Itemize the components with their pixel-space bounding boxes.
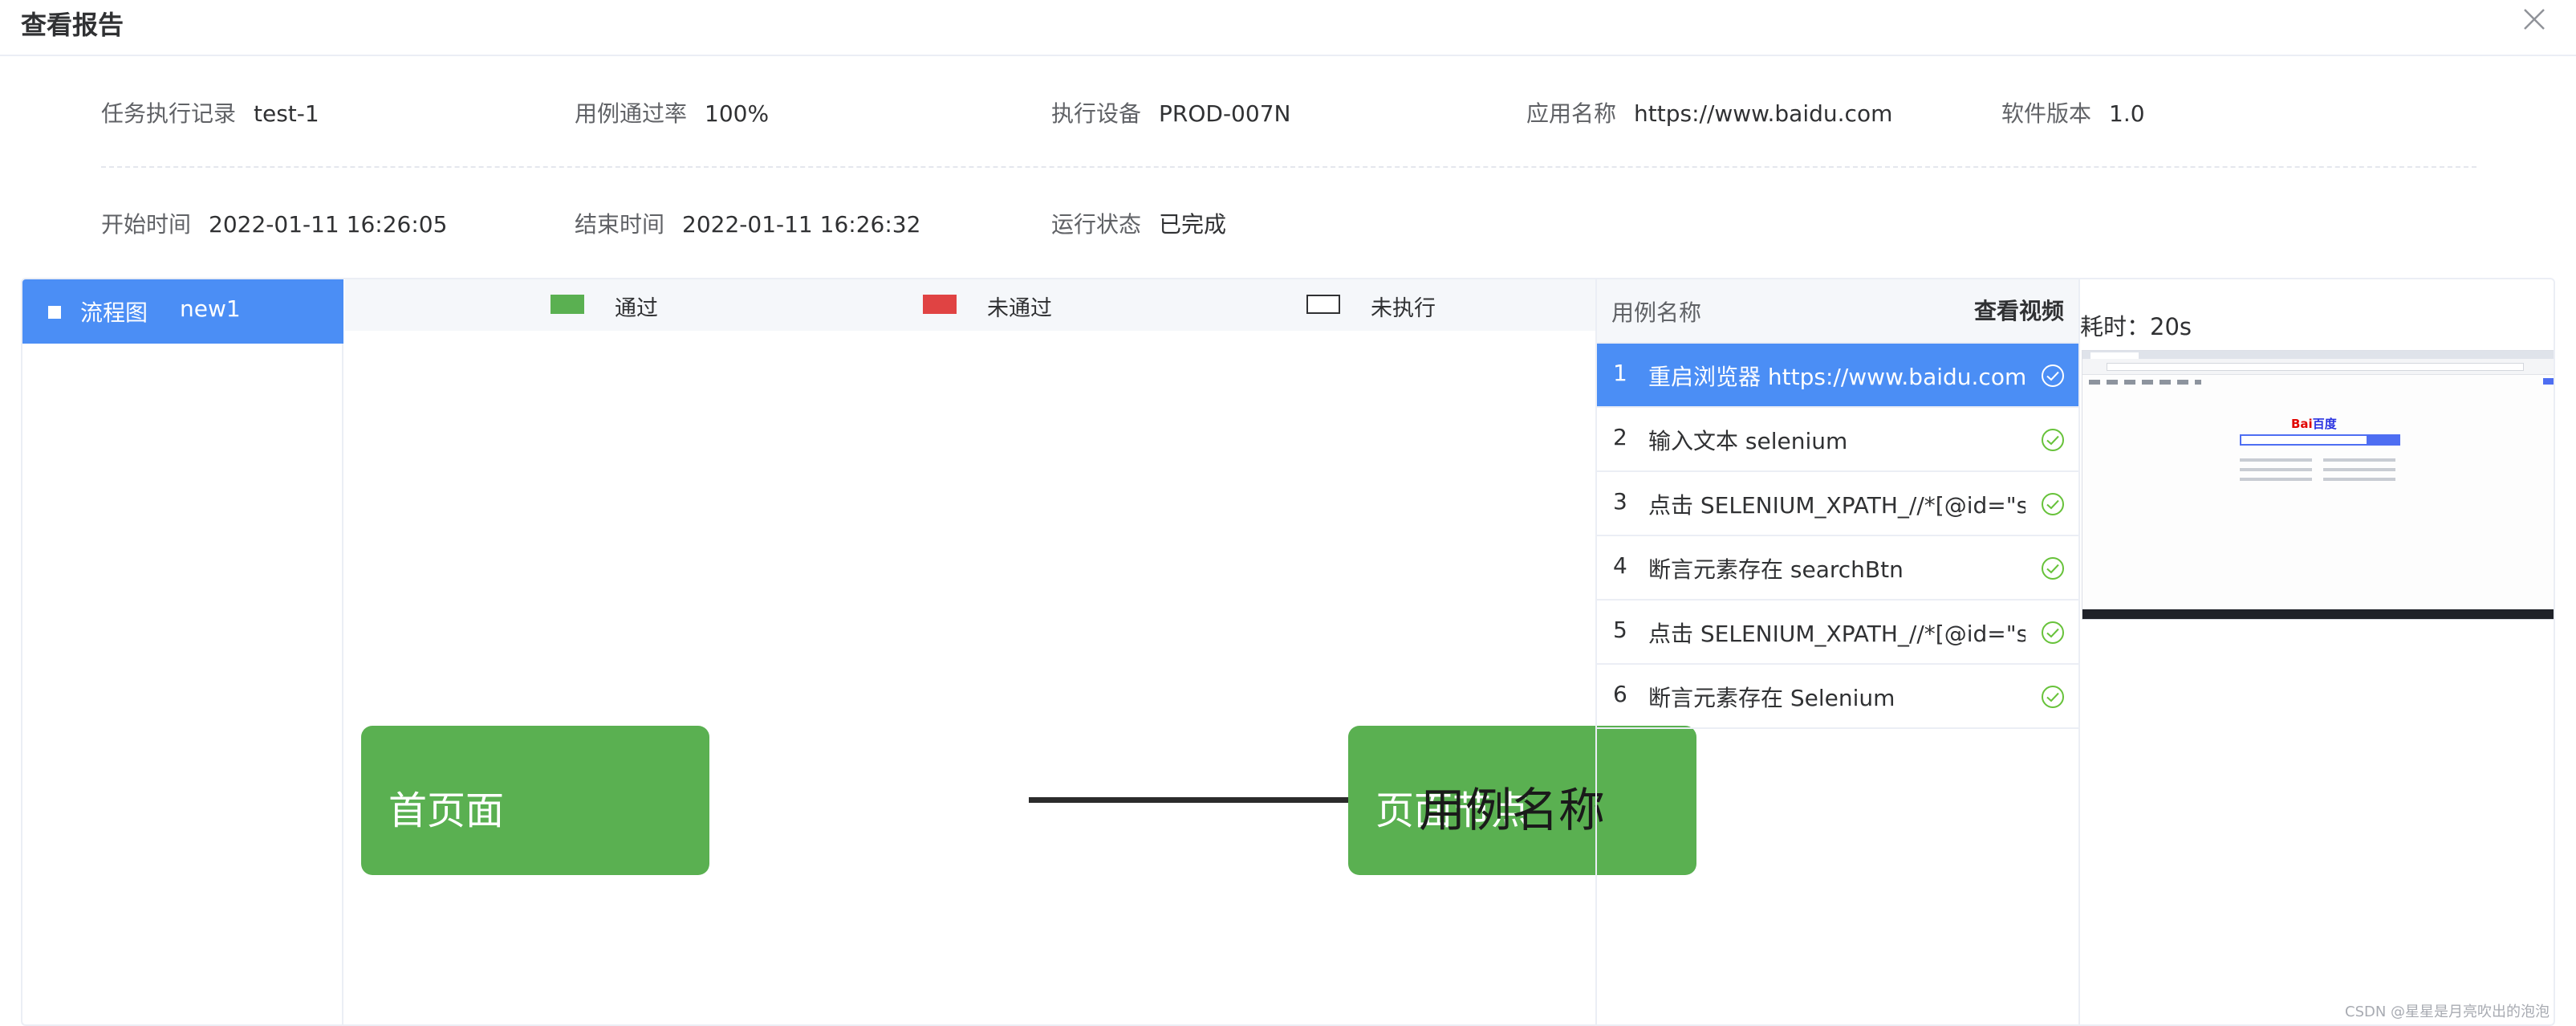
info-device-label: 执行设备 [1051, 100, 1142, 127]
info-version: 软件版本 1.0 [2001, 96, 2145, 128]
nav-item-value: new1 [180, 295, 241, 322]
nav-item-label: 流程图 [80, 299, 148, 326]
info-device-value: PROD-007N [1159, 100, 1291, 127]
case-list: 用例名称 查看视频 1 重启浏览器 https://www.baidu.com 2 输… [1595, 279, 2080, 1024]
shot-address-box [2107, 363, 2524, 371]
shot-search-button [2368, 434, 2400, 446]
elapsed-time: 耗时：20s [2080, 313, 2192, 340]
modal-title: 查看报告 [21, 10, 124, 40]
legend-pass-swatch [551, 295, 584, 314]
info-start: 开始时间 2022-01-11 16:26:05 [101, 207, 447, 239]
legend-fail-swatch [923, 295, 957, 314]
close-icon[interactable] [2520, 5, 2549, 34]
legend-fail-label: 未通过 [987, 296, 1052, 321]
case-index: 5 [1613, 617, 1627, 643]
shot-hotlist-2 [2323, 458, 2395, 462]
case-row[interactable]: 5 点击 SELENIUM_XPATH_//*[@id="su"] [1597, 601, 2078, 665]
info-record-value: test-1 [254, 100, 319, 127]
info-passrate-label: 用例通过率 [575, 100, 688, 127]
flow-edge [1029, 797, 1350, 803]
shot-logo-a: Bai [2291, 417, 2313, 431]
shot-search-box [2240, 434, 2368, 446]
preview-panel: 耗时：20s Bai百度 [2078, 279, 2554, 1024]
info-end-label: 结束时间 [575, 211, 665, 238]
check-circle-icon [2042, 686, 2064, 708]
info-status-label: 运行状态 [1051, 211, 1142, 238]
case-text: 断言元素存在 Selenium [1648, 685, 1895, 711]
shot-hotlist-5 [2240, 478, 2312, 481]
case-index: 4 [1613, 552, 1627, 579]
nav-item-flow[interactable]: 流程图 new1 [22, 279, 343, 344]
check-circle-icon [2042, 493, 2064, 515]
shot-addressbar [2082, 359, 2554, 375]
case-header-name: 用例名称 [1611, 299, 1702, 326]
case-text: 重启浏览器 https://www.baidu.com [1648, 364, 2025, 390]
shot-hotlist-3 [2240, 468, 2312, 471]
flow-node-home-label: 首页面 [388, 788, 505, 833]
info-divider [101, 166, 2476, 168]
legend-pass-label: 通过 [615, 296, 658, 321]
shot-hotlist-1 [2240, 458, 2312, 462]
check-circle-icon [2042, 557, 2064, 580]
shot-tabbar [2082, 351, 2554, 359]
check-circle-icon [2042, 364, 2064, 387]
watermark: CSDN @星星是月亮吹出的泡泡 [2345, 1004, 2550, 1020]
info-status-value: 已完成 [1159, 211, 1227, 238]
case-row[interactable]: 3 点击 SELENIUM_XPATH_//*[@id="su"] [1597, 472, 2078, 536]
shot-baidu-logo: Bai百度 [2291, 415, 2337, 432]
flow-caption: 用例名称 [1419, 783, 1606, 837]
shot-tab [2090, 352, 2139, 359]
square-icon [48, 306, 61, 319]
shot-taskbar [2082, 609, 2554, 619]
shot-login-button [2543, 378, 2554, 385]
check-circle-icon [2042, 621, 2064, 644]
case-text: 点击 SELENIUM_XPATH_//*[@id="su"] [1648, 492, 2025, 519]
info-record: 任务执行记录 test-1 [101, 96, 319, 128]
case-index: 3 [1613, 488, 1627, 515]
legend-none-label: 未执行 [1371, 296, 1436, 321]
info-device: 执行设备 PROD-007N [1051, 96, 1290, 128]
info-record-label: 任务执行记录 [101, 100, 237, 127]
case-row[interactable]: 1 重启浏览器 https://www.baidu.com [1597, 344, 2078, 408]
info-app: 应用名称 https://www.baidu.com [1526, 96, 1892, 128]
shot-hotlist-4 [2323, 468, 2395, 471]
info-end-value: 2022-01-11 16:26:32 [682, 211, 921, 238]
screenshot-thumbnail[interactable]: Bai百度 [2082, 350, 2554, 620]
report-panel: 流程图 new1 通过 未通过 未执行 首页面 页面节点 用例名称 用例名称 查… [21, 278, 2555, 1026]
info-start-label: 开始时间 [101, 211, 192, 238]
case-list-header: 用例名称 查看视频 [1597, 279, 2080, 344]
info-passrate-value: 100% [705, 100, 770, 127]
flow-node-home[interactable]: 首页面 [361, 726, 709, 875]
shot-hotlist-6 [2323, 478, 2395, 481]
flow-nav: 流程图 new1 [22, 279, 343, 1024]
info-passrate: 用例通过率 100% [575, 96, 769, 128]
check-circle-icon [2042, 429, 2064, 451]
info-start-value: 2022-01-11 16:26:05 [209, 211, 448, 238]
info-app-value: https://www.baidu.com [1634, 100, 1893, 127]
info-app-label: 应用名称 [1526, 100, 1617, 127]
case-text: 点击 SELENIUM_XPATH_//*[@id="su"] [1648, 621, 2025, 647]
info-row-1: 任务执行记录 test-1 用例通过率 100% 执行设备 PROD-007N 应用名… [101, 96, 2476, 128]
case-text: 输入文本 selenium [1648, 428, 1848, 454]
legend: 通过 未通过 未执行 [345, 279, 1595, 331]
info-end: 结束时间 2022-01-11 16:26:32 [575, 207, 920, 239]
case-row[interactable]: 2 输入文本 selenium [1597, 408, 2078, 472]
case-index: 6 [1613, 681, 1627, 707]
shot-logo-b: 百度 [2312, 417, 2337, 431]
case-text: 断言元素存在 searchBtn [1648, 556, 1904, 583]
case-index: 2 [1613, 424, 1627, 450]
shot-nav-links [2089, 380, 2201, 385]
case-index: 1 [1613, 360, 1627, 386]
view-video-button[interactable]: 查看视频 [1974, 294, 2064, 326]
modal-header: 查看报告 [0, 0, 2576, 56]
case-row[interactable]: 6 断言元素存在 Selenium [1597, 665, 2078, 729]
info-version-label: 软件版本 [2001, 100, 2092, 127]
flow-canvas: 通过 未通过 未执行 首页面 页面节点 用例名称 [345, 279, 1696, 1024]
info-row-2: 开始时间 2022-01-11 16:26:05 结束时间 2022-01-11 1… [101, 207, 2476, 239]
info-version-value: 1.0 [2109, 100, 2145, 127]
info-status: 运行状态 已完成 [1051, 207, 1226, 239]
close-button[interactable] [2520, 5, 2549, 34]
case-row[interactable]: 4 断言元素存在 searchBtn [1597, 536, 2078, 601]
legend-none-swatch [1306, 295, 1340, 314]
